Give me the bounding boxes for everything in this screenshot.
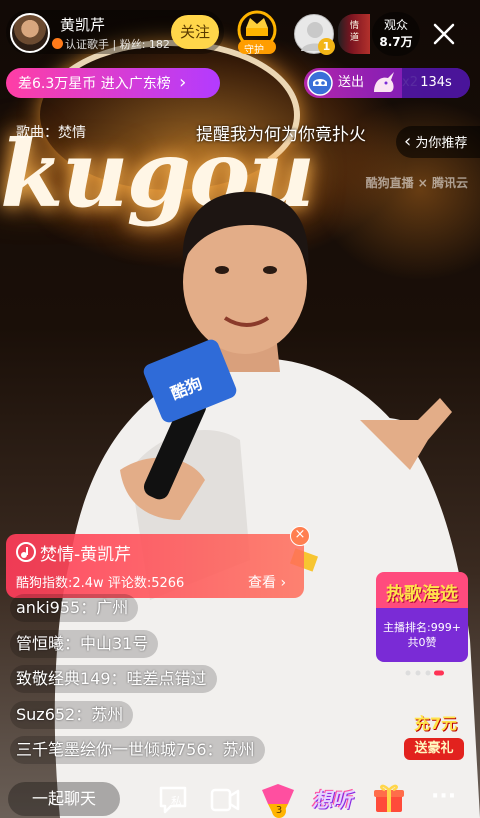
viewer-avatar-2[interactable]: 情 道 <box>338 14 370 54</box>
current-song-label: 歌曲：焚情 <box>16 125 86 141</box>
promo-rank: 主播排名:999+ <box>383 621 461 634</box>
guard-button[interactable]: 守护 <box>234 8 280 56</box>
follow-button[interactable]: 关注 <box>171 15 219 49</box>
share-screen-button[interactable] <box>208 782 242 816</box>
gift-timer: 134s <box>402 68 470 98</box>
chevron-right-icon: › <box>179 72 187 93</box>
recommend-label: 为你推荐 <box>415 136 468 151</box>
chat-message[interactable]: 三千笔墨绘你一世倾城756：苏州 <box>10 736 265 764</box>
chat-input-button[interactable]: 一起聊天 <box>8 782 120 816</box>
close-icon <box>433 23 455 45</box>
audience-count: 8.7万 <box>379 35 413 49</box>
gift-icon <box>374 784 404 812</box>
promo-likes: 共0赞 <box>407 636 437 649</box>
unicorn-gift-icon <box>374 72 394 92</box>
gift-pack-button[interactable]: 3 <box>258 782 298 818</box>
more-button[interactable]: ··· <box>428 782 462 816</box>
chat-message[interactable]: Suz652：苏州 <box>10 701 134 729</box>
recommend-button[interactable]: ‹ 为你推荐 <box>396 126 480 158</box>
host-subtitle: 认证歌手 | 粉丝: 182 <box>52 36 170 52</box>
song-card-stats: 酷狗指数:2.4w 评论数:5266 <box>16 576 185 591</box>
sender-avatar-icon <box>307 70 333 96</box>
private-message-label: 私 <box>171 795 182 808</box>
rank-text: 差6.3万星币 进入广东榜 <box>18 76 171 92</box>
camera-icon <box>210 788 240 812</box>
want-to-listen-label: 想听 <box>312 788 352 812</box>
promo-title: 热歌海选 <box>386 584 458 605</box>
gift-sent-label: 送出 <box>338 75 365 90</box>
host-subtitle-text: 认证歌手 | 粉丝: 182 <box>65 38 170 51</box>
private-message-button[interactable]: 私 <box>156 782 190 816</box>
guard-label: 守护 <box>244 45 264 56</box>
host-avatar[interactable] <box>10 13 50 53</box>
song-card-close-button[interactable]: × <box>290 526 310 546</box>
audience-label: 观众 <box>383 18 408 32</box>
song-card-view-link[interactable]: 查看 › <box>248 572 286 592</box>
chevron-left-icon: ‹ <box>404 131 412 152</box>
verified-icon <box>52 38 63 49</box>
recharge-bottom-text: 送豪礼 <box>404 738 464 760</box>
chat-message[interactable]: 致敬经典149：哇差点错过 <box>10 665 217 693</box>
music-note-glyph <box>21 547 28 558</box>
song-card-title: 焚情-黄凯芹 <box>40 545 132 565</box>
viewer-avatar-2-text: 情 道 <box>348 20 358 41</box>
music-note-icon <box>16 542 36 562</box>
gift-button[interactable] <box>372 782 406 816</box>
chat-message[interactable]: 管恒曦：中山31号 <box>10 630 159 658</box>
close-button[interactable] <box>428 18 460 50</box>
host-name: 黄凯芹 <box>60 16 106 34</box>
viewer-rank-badge: 1 <box>318 38 335 55</box>
event-promo-banner[interactable]: 热歌海选 主播排名:999+ 共0赞 <box>376 572 468 662</box>
chat-message[interactable]: anki955：广州 <box>10 594 139 622</box>
gift-pack-badge: 3 <box>272 804 286 818</box>
more-icon: ··· <box>431 784 457 809</box>
carousel-dots <box>405 670 444 676</box>
audience-count-button[interactable]: 观众 8.7万 <box>372 12 420 56</box>
want-to-listen-button[interactable]: 想听 <box>310 782 356 816</box>
recharge-promo-button[interactable]: 充7元 送豪礼 <box>404 702 464 764</box>
recharge-top-text: 充7元 <box>414 714 458 733</box>
lyric-line: 提醒我为何为你竟扑火 <box>196 125 366 145</box>
song-info-card[interactable]: 焚情-黄凯芹 酷狗指数:2.4w 评论数:5266 查看 › <box>6 534 304 598</box>
rank-progress-pill[interactable]: 差6.3万星币 进入广东榜 › <box>6 68 220 98</box>
